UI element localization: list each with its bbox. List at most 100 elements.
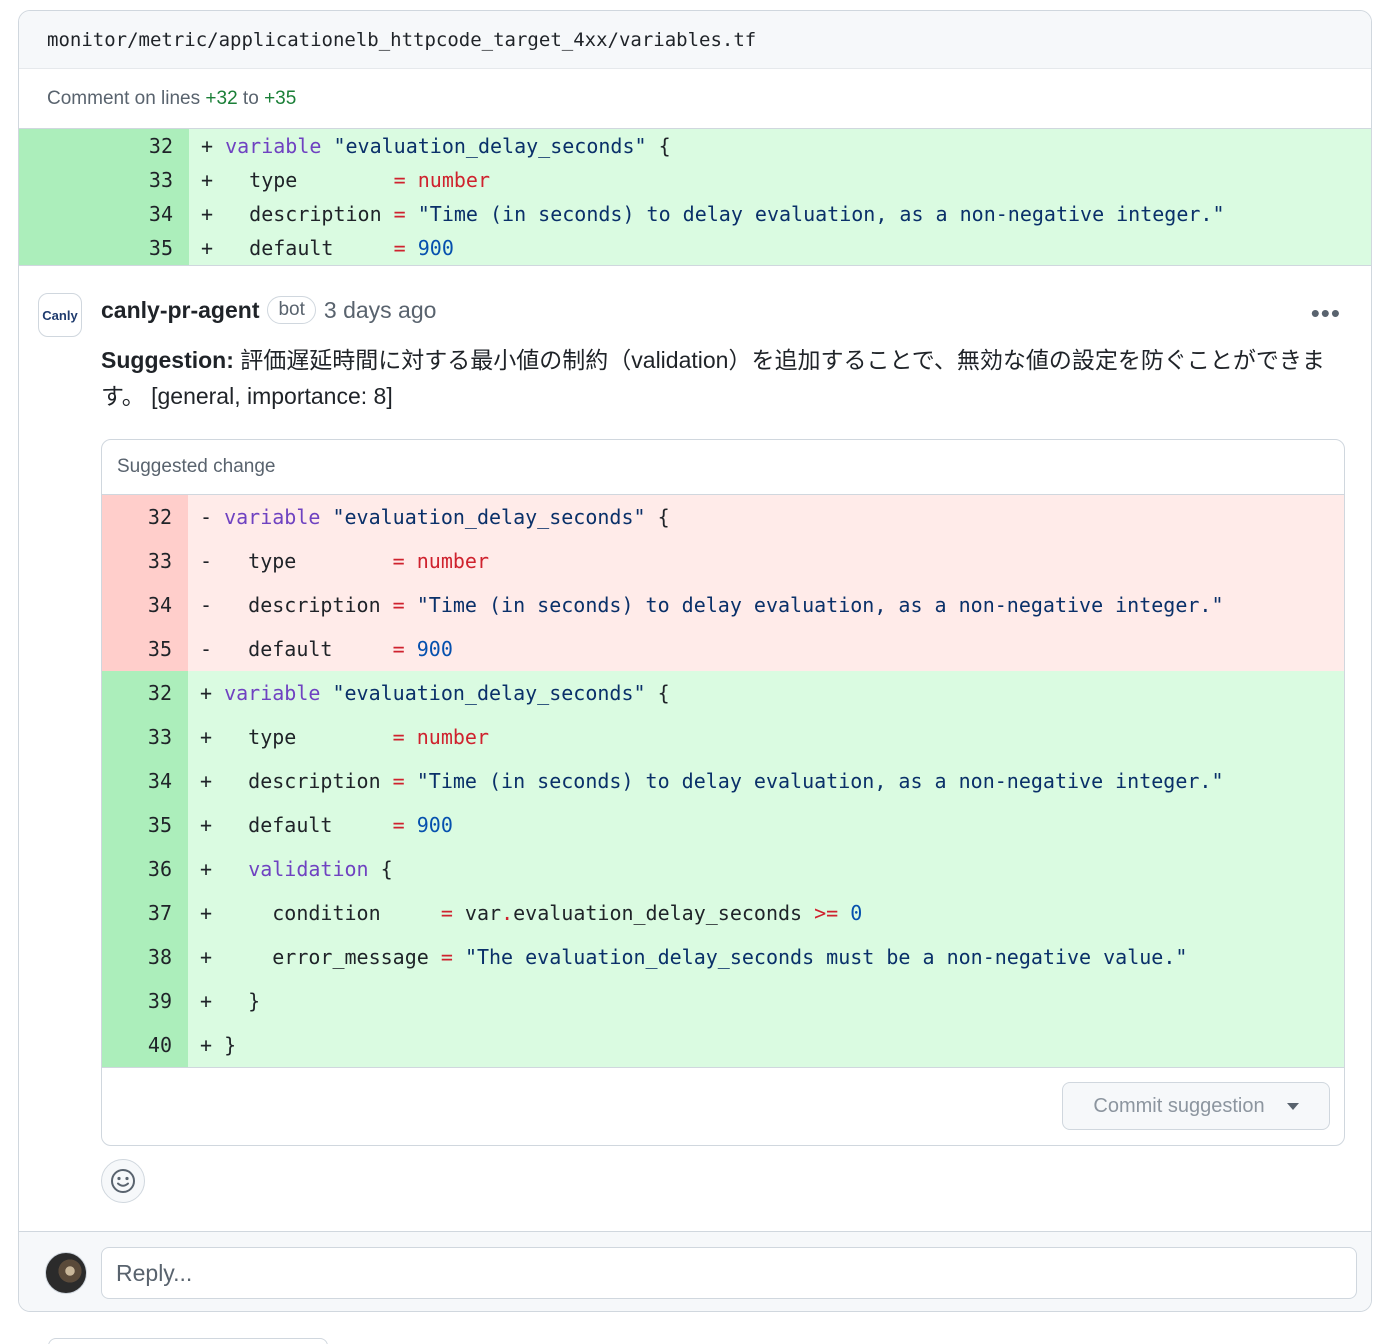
code-token: error_message [224, 945, 441, 969]
code-token: { [645, 681, 670, 705]
line-number[interactable]: 33 [19, 163, 189, 197]
diff-line: 33 + type = number [102, 715, 1344, 759]
bot-badge: bot [267, 296, 316, 324]
line-number[interactable]: 35 [102, 803, 188, 847]
diff-sign: + [201, 202, 214, 226]
code-token: 900 [416, 637, 453, 661]
line-number[interactable]: 34 [102, 759, 188, 803]
user-avatar[interactable] [45, 1252, 87, 1294]
line-number[interactable]: 34 [19, 197, 189, 231]
comment-header: canly-pr-agent bot 3 days ago [101, 296, 436, 324]
code-token: = [392, 769, 405, 793]
code-line: - description = "Time (in seconds) to de… [188, 583, 1344, 627]
diff-line: 36 + validation { [102, 847, 1344, 891]
smiley-icon[interactable] [101, 1159, 145, 1203]
review-comment: Canly canly-pr-agent bot 3 days ago ••• … [19, 266, 1371, 1232]
code-token: { [645, 505, 670, 529]
line-number[interactable]: 38 [102, 935, 188, 979]
code-token: "Time (in seconds) to delay evaluation, … [416, 593, 1224, 617]
diff-sign: - [200, 637, 213, 661]
line-number[interactable]: 39 [102, 979, 188, 1023]
line-number[interactable]: 33 [102, 539, 188, 583]
suggested-deleted-lines: 32- variable "evaluation_delay_seconds" … [102, 495, 1344, 671]
file-path[interactable]: monitor/metric/applicationelb_httpcode_t… [47, 29, 756, 51]
line-number[interactable]: 32 [19, 129, 189, 163]
kebab-icon[interactable]: ••• [1311, 298, 1341, 329]
bot-avatar[interactable]: Canly [38, 293, 82, 337]
diff-sign: - [200, 549, 213, 573]
comment-body: Suggestion: 評価遅延時間に対する最小値の制約（validation）… [101, 342, 1351, 414]
code-token: { [368, 857, 393, 881]
diff-sign: + [200, 725, 213, 749]
code-token: description [224, 769, 393, 793]
code-token: . [501, 901, 514, 925]
line-number[interactable]: 37 [102, 891, 188, 935]
code-token: type [225, 168, 394, 192]
diff-sign: + [200, 989, 213, 1013]
code-token: condition [224, 901, 441, 925]
code-line: + validation { [188, 847, 1344, 891]
diff-line: 37 + condition = var.evaluation_delay_sec… [102, 891, 1344, 935]
line-number[interactable]: 32 [102, 495, 188, 539]
code-line: - default = 900 [188, 627, 1344, 671]
range-end: +35 [264, 87, 297, 109]
line-number[interactable]: 40 [102, 1023, 188, 1067]
code-token: 900 [417, 236, 454, 260]
code-line: + variable "evaluation_delay_seconds" { [188, 671, 1344, 715]
review-thread-panel: monitor/metric/applicationelb_httpcode_t… [18, 10, 1372, 1312]
code-token: } [224, 1033, 237, 1057]
line-number[interactable]: 35 [102, 627, 188, 671]
code-token: = [393, 236, 406, 260]
diff-line: 35- default = 900 [102, 627, 1344, 671]
code-token: "evaluation_delay_seconds" [332, 681, 646, 705]
comment-timestamp[interactable]: 3 days ago [324, 297, 437, 324]
line-number[interactable]: 36 [102, 847, 188, 891]
diff-line: 39 + } [102, 979, 1344, 1023]
suggested-change-title: Suggested change [102, 440, 1344, 495]
code-token: = [392, 593, 405, 617]
diff-sign: + [200, 857, 213, 881]
diff-sign: + [200, 681, 213, 705]
commit-suggestion-button[interactable]: Commit suggestion [1062, 1082, 1330, 1130]
diff-line: 35 + default = 900 [19, 231, 1371, 265]
code-token: = number [392, 549, 489, 573]
code-token: "Time (in seconds) to delay evaluation, … [417, 202, 1225, 226]
code-token: default [224, 637, 393, 661]
suggested-change-box: Suggested change 32- variable "evaluatio… [101, 439, 1345, 1146]
diff-line: 32 + variable "evaluation_delay_seconds" … [102, 671, 1344, 715]
line-number[interactable]: 32 [102, 671, 188, 715]
file-path-header[interactable]: monitor/metric/applicationelb_httpcode_t… [19, 11, 1371, 69]
code-token: variable [224, 505, 321, 529]
diff-sign: + [201, 236, 214, 260]
code-token: = number [392, 725, 489, 749]
code-line: + } [188, 1023, 1344, 1067]
code-token: "evaluation_delay_seconds" [333, 134, 647, 158]
line-number[interactable]: 35 [19, 231, 189, 265]
code-line: + error_message = "The evaluation_delay_… [188, 935, 1344, 979]
suggestion-text: 評価遅延時間に対する最小値の制約（validation）を追加することで、無効な… [101, 347, 1325, 409]
code-line: + description = "Time (in seconds) to de… [188, 759, 1344, 803]
diff-sign: + [201, 168, 214, 192]
code-line: + default = 900 [188, 803, 1344, 847]
code-token: = [440, 945, 453, 969]
code-token: "The evaluation_delay_seconds must be a … [464, 945, 1188, 969]
line-number[interactable]: 34 [102, 583, 188, 627]
next-element-stub [48, 1338, 328, 1344]
reply-input[interactable] [101, 1247, 1357, 1299]
suggestion-label: Suggestion: [101, 347, 234, 373]
code-line: + default = 900 [189, 231, 1371, 265]
code-token: "evaluation_delay_seconds" [332, 505, 646, 529]
code-token: = [393, 202, 406, 226]
diff-line: 32- variable "evaluation_delay_seconds" … [102, 495, 1344, 539]
line-number[interactable]: 33 [102, 715, 188, 759]
triangle-down-icon[interactable] [1286, 1102, 1299, 1110]
author-name[interactable]: canly-pr-agent [101, 297, 259, 324]
code-line: + condition = var.evaluation_delay_secon… [188, 891, 1344, 935]
